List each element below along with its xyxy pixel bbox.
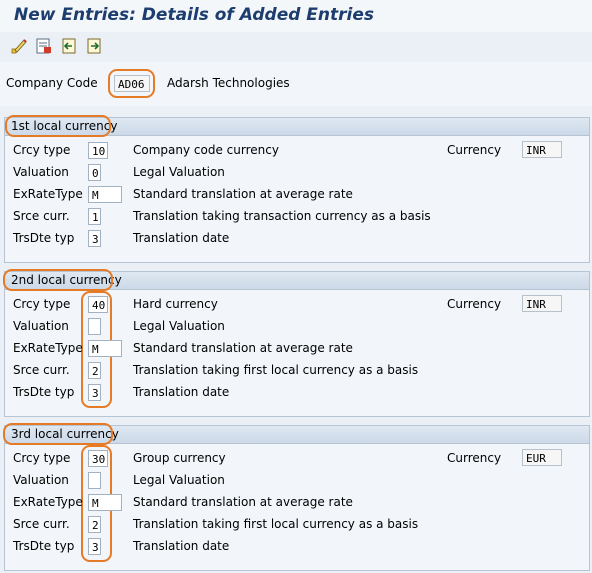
exrate-type-label: ExRateType	[13, 341, 83, 355]
next-entry-icon[interactable]	[85, 37, 103, 55]
valuation-label: Valuation	[13, 473, 69, 487]
valuation-description: Legal Valuation	[133, 319, 225, 333]
source-currency-description: Translation taking first local currency …	[133, 363, 419, 377]
translation-date-type-description: Translation date	[133, 385, 230, 399]
source-currency-description: Translation taking transaction currency …	[133, 209, 431, 223]
translation-date-type-label: TrsDte typ	[13, 231, 75, 245]
company-code-label: Company Code	[6, 76, 98, 90]
group-header: 2nd local currency	[5, 272, 589, 290]
exrate-type-description: Standard translation at average rate	[133, 341, 353, 355]
exrate-type-field[interactable]: M	[88, 340, 122, 357]
application-toolbar	[0, 32, 592, 62]
exrate-type-field[interactable]: M	[88, 186, 122, 203]
crcy-type-label: Crcy type	[13, 297, 71, 311]
crcy-type-field[interactable]: 30	[88, 450, 108, 467]
source-currency-field[interactable]: 2	[88, 516, 101, 533]
currency-label: Currency	[447, 451, 502, 465]
exrate-type-description: Standard translation at average rate	[133, 187, 353, 201]
valuation-field[interactable]: 0	[88, 164, 101, 181]
crcy-type-field[interactable]: 10	[88, 142, 108, 159]
valuation-field[interactable]	[88, 472, 101, 489]
source-currency-description: Translation taking first local currency …	[133, 517, 419, 531]
group-title: 2nd local currency	[11, 273, 122, 287]
currency-field[interactable]: INR	[522, 295, 562, 312]
group-2nd-local-currency: 2nd local currency Crcy type 40 Hard cur…	[3, 269, 590, 417]
source-currency-label: Srce curr.	[13, 363, 70, 377]
source-currency-field[interactable]: 1	[88, 208, 101, 225]
crcy-type-description: Hard currency	[133, 297, 218, 311]
group-header: 3rd local currency	[5, 426, 589, 444]
crcy-type-description: Group currency	[133, 451, 226, 465]
crcy-type-description: Company code currency	[133, 143, 279, 157]
valuation-label: Valuation	[13, 165, 69, 179]
page-title: New Entries: Details of Added Entries	[14, 5, 375, 25]
valuation-description: Legal Valuation	[133, 165, 225, 179]
source-currency-field[interactable]: 2	[88, 362, 101, 379]
exrate-type-description: Standard translation at average rate	[133, 495, 353, 509]
crcy-type-field[interactable]: 40	[88, 296, 108, 313]
currency-label: Currency	[447, 297, 502, 311]
translation-date-type-field[interactable]: 3	[88, 538, 101, 555]
delete-icon[interactable]	[35, 37, 53, 55]
translation-date-type-label: TrsDte typ	[13, 539, 75, 553]
currency-label: Currency	[447, 143, 502, 157]
group-3rd-local-currency: 3rd local currency Crcy type 30 Group cu…	[3, 423, 590, 571]
translation-date-type-label: TrsDte typ	[13, 385, 75, 399]
currency-field[interactable]: INR	[522, 141, 562, 158]
exrate-type-label: ExRateType	[13, 187, 83, 201]
valuation-label: Valuation	[13, 319, 69, 333]
source-currency-label: Srce curr.	[13, 209, 70, 223]
valuation-field[interactable]	[88, 318, 101, 335]
group-1st-local-currency: 1st local currency Crcy type 10 Company …	[4, 115, 590, 263]
exrate-type-field[interactable]: M	[88, 494, 122, 511]
company-code-row: Company Code AD06 Adarsh Technologies	[0, 62, 592, 106]
translation-date-type-field[interactable]: 3	[88, 230, 101, 247]
title-bar: New Entries: Details of Added Entries	[0, 0, 592, 32]
previous-entry-icon[interactable]	[60, 37, 78, 55]
group-title: 3rd local currency	[11, 427, 119, 441]
group-header: 1st local currency	[5, 118, 589, 136]
translation-date-type-description: Translation date	[133, 539, 230, 553]
translation-date-type-description: Translation date	[133, 231, 230, 245]
company-name: Adarsh Technologies	[167, 76, 290, 90]
currency-field[interactable]: EUR	[522, 449, 562, 466]
translation-date-type-field[interactable]: 3	[88, 384, 101, 401]
valuation-description: Legal Valuation	[133, 473, 225, 487]
group-title: 1st local currency	[11, 119, 118, 133]
source-currency-label: Srce curr.	[13, 517, 70, 531]
crcy-type-label: Crcy type	[13, 143, 71, 157]
crcy-type-label: Crcy type	[13, 451, 71, 465]
company-code-field[interactable]: AD06	[114, 75, 150, 92]
display-change-icon[interactable]	[10, 37, 28, 55]
exrate-type-label: ExRateType	[13, 495, 83, 509]
